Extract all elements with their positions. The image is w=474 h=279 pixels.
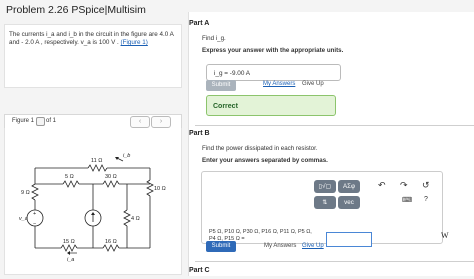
resistor-10-zigzag [146, 179, 154, 197]
templates-icon: ▯√▢ [318, 183, 332, 190]
part-a-title: Part A [189, 20, 210, 27]
divider [195, 261, 474, 262]
label-ia: i_a [67, 257, 74, 263]
resistor-5-zigzag [62, 180, 80, 188]
redo-button[interactable]: ↷ [400, 180, 408, 191]
label-r15: 15 Ω [63, 239, 75, 245]
resistor-15-zigzag [60, 244, 78, 252]
part-a-instruction: Express your answer with the appropriate… [202, 47, 344, 54]
label-r30: 30 Ω [105, 174, 117, 180]
page-title: Problem 2.26 PSpice|Multisim [6, 4, 146, 16]
part-b-submit-button[interactable]: Submit [206, 241, 236, 252]
answer-pane: Part A Find i_g. Express your answer wit… [188, 12, 474, 276]
vector-button[interactable]: vec [338, 196, 360, 209]
undo-icon: ↶ [378, 180, 386, 190]
keyboard-icon: ⌨ [402, 197, 413, 204]
templates-button[interactable]: ▯√▢ [314, 180, 336, 193]
part-b-instruction: Enter your answers separated by commas. [202, 157, 328, 164]
arrows-icon: ⇅ [322, 199, 328, 206]
arrow-icon [91, 212, 95, 215]
correct-feedback-badge: Correct [206, 95, 336, 116]
help-icon: ? [424, 196, 428, 203]
figure-selector[interactable] [36, 117, 45, 126]
resistor-16-zigzag [102, 244, 120, 252]
problem-text: The currents i_a and i_b in the circuit … [9, 31, 179, 48]
source-minus: − [33, 221, 36, 227]
part-a-question: Find i_g. [202, 35, 226, 42]
keyboard-button[interactable]: ⌨ [402, 196, 412, 204]
unit-label: W [441, 231, 449, 240]
problem-statement-panel: The currents i_a and i_b in the circuit … [4, 24, 182, 88]
redo-icon: ↷ [400, 180, 408, 190]
part-b-question: Find the power dissipated in each resist… [202, 145, 318, 152]
part-b-answer-input[interactable] [326, 232, 372, 247]
resistor-11-zigzag [87, 164, 108, 172]
math-answer-editor: ▯√▢ ΑΣφ ↶ ↷ ↺ ⇅ vec ⌨ ? P5 Ω, P10 Ω, P30… [201, 171, 443, 247]
part-a-answer-field[interactable]: i_g = -9.00 A [206, 64, 341, 81]
label-r9: 9 Ω [21, 190, 30, 196]
part-a-my-answers-link[interactable]: My Answers [263, 81, 295, 87]
reset-button[interactable]: ↺ [422, 180, 430, 191]
part-b-my-answers-link[interactable]: My Answers [264, 243, 296, 249]
chevron-left-icon: ‹ [138, 118, 142, 125]
problem-statement: The currents i_a and i_b in the circuit … [9, 31, 174, 47]
help-button[interactable]: ? [424, 196, 428, 203]
greek-symbols-button[interactable]: ΑΣφ [338, 180, 360, 193]
circuit-diagram: 11 Ω i_b 9 Ω 5 Ω 30 Ω 10 Ω 4 Ω 15 Ω 16 Ω… [19, 153, 166, 263]
label-r10: 10 Ω [154, 186, 166, 192]
part-c-title: Part C [189, 267, 210, 274]
part-a-submit-button[interactable]: Submit [206, 80, 236, 91]
part-b-title: Part B [189, 130, 210, 137]
source-plus: + [33, 211, 36, 217]
figure-link[interactable]: (Figure 1) [121, 39, 148, 46]
label-ib: i_b [123, 153, 130, 159]
part-b-give-up-link[interactable]: Give Up [302, 243, 324, 249]
prev-figure-button[interactable]: ‹ [130, 116, 150, 128]
arrows-button[interactable]: ⇅ [314, 196, 336, 209]
arrow-icon [67, 251, 70, 255]
resistor-4-zigzag [123, 209, 131, 227]
label-r11: 11 Ω [91, 158, 102, 164]
chevron-right-icon: › [159, 118, 163, 125]
next-figure-button[interactable]: › [151, 116, 171, 128]
figure-count: of 1 [46, 118, 57, 124]
figure-label: Figure 1 [12, 118, 35, 124]
label-r4: 4 Ω [131, 216, 140, 222]
resistor-30-zigzag [102, 180, 120, 188]
figure-panel: 11 Ω i_b 9 Ω 5 Ω 30 Ω 10 Ω 4 Ω 15 Ω 16 Ω… [4, 128, 182, 275]
part-a-give-up-link[interactable]: Give Up [302, 81, 324, 87]
label-r16: 16 Ω [105, 239, 117, 245]
undo-button[interactable]: ↶ [378, 180, 386, 191]
divider [195, 125, 474, 126]
resistor-9-zigzag [31, 183, 39, 201]
label-r5: 5 Ω [65, 174, 74, 180]
label-va: v_a [19, 216, 28, 222]
reset-icon: ↺ [422, 180, 430, 190]
